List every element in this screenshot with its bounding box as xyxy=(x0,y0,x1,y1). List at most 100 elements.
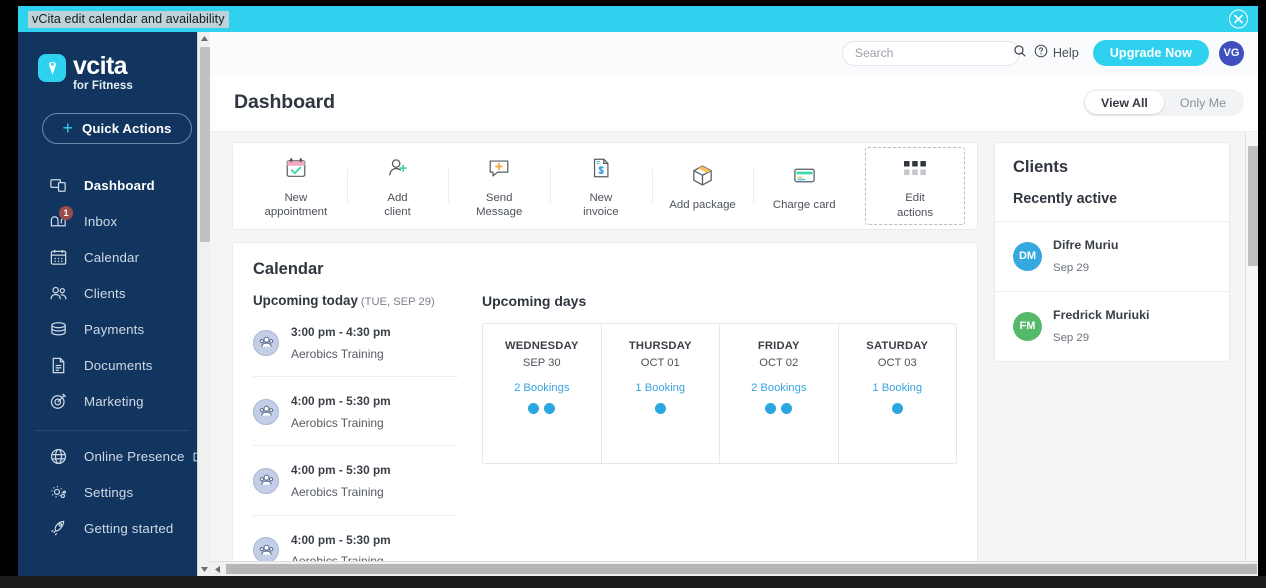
group-avatar-icon xyxy=(253,537,279,564)
desktop-background: vCita edit calendar and availability vci… xyxy=(0,0,1266,588)
sidebar-item-documents[interactable]: Documents xyxy=(18,348,210,384)
day-bookings-label[interactable]: 2 Bookings xyxy=(514,382,569,394)
client-list-item[interactable]: DM Difre Muriu Sep 29 xyxy=(995,221,1229,291)
client-list-item[interactable]: FM Fredrick Muriuki Sep 29 xyxy=(995,290,1229,361)
main-area: Help Upgrade Now VG Dashboard View All O… xyxy=(210,32,1258,576)
action-label: Add client xyxy=(384,191,411,218)
sidebar-label: Marketing xyxy=(84,394,144,409)
action-label: New appointment xyxy=(264,191,328,218)
day-card[interactable]: SATURDAY OCT 03 1 Booking xyxy=(839,324,957,463)
sidebar-item-calendar[interactable]: Calendar xyxy=(18,240,210,276)
sidebar-label: Inbox xyxy=(84,214,118,229)
sidebar-item-online-presence[interactable]: Online Presence xyxy=(18,439,210,475)
action-add-client[interactable]: Add client xyxy=(346,153,449,219)
booking-dot xyxy=(781,403,793,414)
action-new-invoice[interactable]: New invoice xyxy=(550,153,652,219)
sidebar-item-marketing[interactable]: Marketing xyxy=(18,384,210,420)
upcoming-days-grid: WEDNESDAY SEP 30 2 Bookings THURSDAY OCT… xyxy=(482,323,957,464)
avatar[interactable]: VG xyxy=(1219,40,1244,66)
action-send-message[interactable]: Send Message xyxy=(448,153,550,219)
appointment-text: 3:00 pm - 4:30 pm Aerobics Training xyxy=(291,321,391,364)
search-input[interactable] xyxy=(854,46,1013,60)
action-new-appointment[interactable]: New appointment xyxy=(245,153,347,219)
close-icon[interactable] xyxy=(1229,9,1248,29)
sidebar-scrollbar[interactable] xyxy=(197,32,211,576)
appointment-row[interactable]: 4:00 pm - 5:30 pm Aerobics Training xyxy=(253,377,458,447)
content-left-column: New appointment Add client Send Message … xyxy=(232,142,978,576)
day-bookings-label[interactable]: 1 Booking xyxy=(635,382,685,394)
day-name: FRIDAY xyxy=(757,340,800,352)
scrollbar-thumb[interactable] xyxy=(226,564,1257,574)
vcita-logo-icon xyxy=(38,54,66,82)
sidebar-item-payments[interactable]: Payments xyxy=(18,312,210,348)
action-charge-card[interactable]: Charge card xyxy=(753,153,855,219)
window-title: vCita edit calendar and availability xyxy=(28,10,229,28)
content-vertical-scrollbar[interactable] xyxy=(1245,132,1258,576)
sidebar-label: Documents xyxy=(84,358,153,373)
action-label: Charge card xyxy=(772,199,836,212)
day-name: SATURDAY xyxy=(866,340,929,352)
action-add-package[interactable]: Add package xyxy=(651,153,754,219)
appointment-name: Aerobics Training xyxy=(291,346,384,361)
appointment-row[interactable]: 4:00 pm - 5:30 pm Aerobics Training xyxy=(253,446,458,516)
action-label: Send Message xyxy=(476,191,523,218)
sidebar-item-inbox[interactable]: 1 Inbox xyxy=(18,204,210,240)
booking-dots xyxy=(528,403,556,414)
sidebar-label: Calendar xyxy=(84,250,140,265)
package-icon xyxy=(690,159,715,191)
clients-card: Clients Recently active DM Difre Muriu S… xyxy=(994,142,1230,362)
day-date: SEP 30 xyxy=(522,357,561,369)
appointment-row[interactable]: 3:00 pm - 4:30 pm Aerobics Training xyxy=(253,308,458,378)
dashboard-icon xyxy=(46,174,70,198)
day-date: OCT 03 xyxy=(877,357,917,369)
quick-actions-button[interactable]: + Quick Actions xyxy=(42,112,192,144)
day-bookings-label[interactable]: 1 Booking xyxy=(872,382,922,394)
grid-dots-icon xyxy=(903,152,927,184)
help-button[interactable]: Help xyxy=(1034,44,1079,63)
appointment-name: Aerobics Training xyxy=(291,415,384,430)
sidebar-item-getting-started[interactable]: Getting started xyxy=(18,511,210,547)
day-card[interactable]: FRIDAY OCT 02 2 Bookings xyxy=(720,324,839,463)
day-card[interactable]: THURSDAY OCT 01 1 Booking xyxy=(602,324,720,463)
message-plus-icon xyxy=(487,153,511,184)
booking-dot xyxy=(528,403,540,414)
filter-option-only-me[interactable]: Only Me xyxy=(1164,91,1242,114)
appointment-time: 4:00 pm - 5:30 pm xyxy=(291,463,391,478)
content-horizontal-scrollbar[interactable] xyxy=(210,561,1258,576)
search-icon[interactable] xyxy=(1013,44,1027,63)
gear-icon xyxy=(46,481,70,505)
action-label: Edit actions xyxy=(896,192,934,219)
appointment-time: 4:00 pm - 5:30 pm xyxy=(291,394,391,409)
booking-dot xyxy=(765,403,777,414)
calendar-columns: Upcoming today (TUE, SEP 29) 3:00 pm - 4… xyxy=(253,293,957,575)
sidebar-label: Settings xyxy=(84,485,134,500)
search-box[interactable] xyxy=(841,40,1026,66)
help-label: Help xyxy=(1052,46,1079,60)
upcoming-days-column: Upcoming days WEDNESDAY SEP 30 2 Booking… xyxy=(482,293,957,575)
day-card[interactable]: WEDNESDAY SEP 30 2 Bookings xyxy=(483,324,602,463)
content-right-column: Clients Recently active DM Difre Muriu S… xyxy=(994,142,1230,576)
day-date: OCT 02 xyxy=(759,357,799,369)
filter-option-view-all[interactable]: View All xyxy=(1085,91,1164,114)
brand-name: vcita xyxy=(73,52,128,80)
booking-dot xyxy=(891,403,903,414)
marketing-icon xyxy=(46,390,70,414)
appointment-text: 4:00 pm - 5:30 pm Aerobics Training xyxy=(291,459,391,502)
globe-icon xyxy=(46,445,70,469)
sidebar-item-dashboard[interactable]: Dashboard xyxy=(18,168,210,204)
rocket-icon xyxy=(46,517,70,541)
upgrade-now-button[interactable]: Upgrade Now xyxy=(1092,40,1209,66)
scrollbar-thumb[interactable] xyxy=(1247,146,1258,266)
scroll-left-icon[interactable] xyxy=(210,565,224,573)
day-bookings-label[interactable]: 2 Bookings xyxy=(751,382,806,394)
scrollbar-thumb[interactable] xyxy=(199,47,210,242)
brand[interactable]: vcita for Fitness xyxy=(18,46,210,93)
sidebar-item-clients[interactable]: Clients xyxy=(18,276,210,312)
sidebar-label: Dashboard xyxy=(84,178,155,193)
inbox-icon: 1 xyxy=(46,205,73,234)
quick-actions-label: Quick Actions xyxy=(82,120,172,136)
window-titlebar: vCita edit calendar and availability xyxy=(18,6,1258,32)
appointment-time: 3:00 pm - 4:30 pm xyxy=(291,325,391,339)
action-edit-actions[interactable]: Edit actions xyxy=(865,147,966,225)
sidebar-item-settings[interactable]: Settings xyxy=(18,475,210,511)
